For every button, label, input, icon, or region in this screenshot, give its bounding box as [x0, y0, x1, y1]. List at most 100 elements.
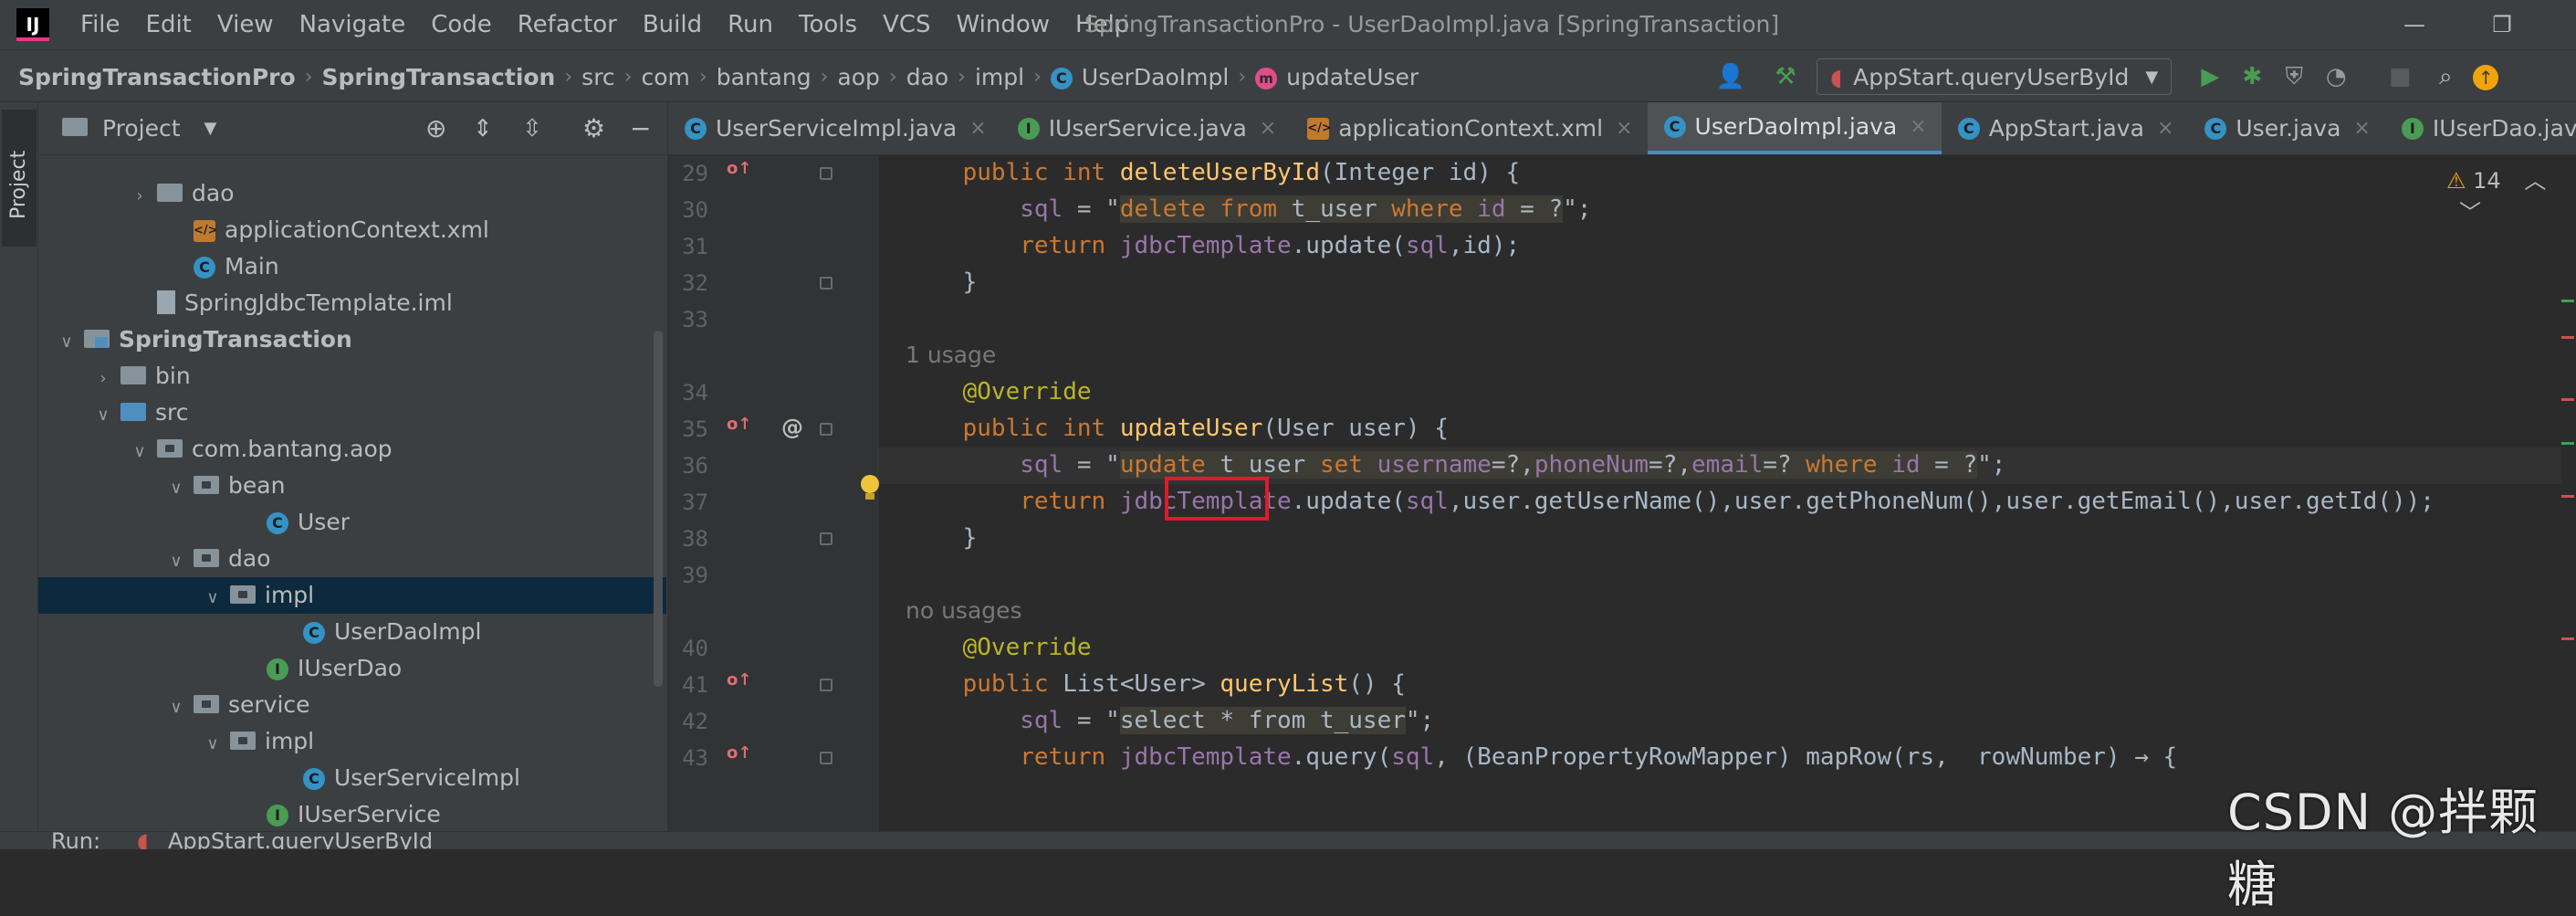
fold-icon[interactable] — [820, 423, 832, 436]
update-icon[interactable]: ↑ — [2467, 58, 2504, 95]
editor-tab[interactable]: IIUserDao.java× — [2385, 102, 2576, 154]
chevron-down-icon[interactable]: ▼ — [204, 119, 217, 138]
project-scrollbar[interactable] — [654, 331, 663, 687]
annotation-icon[interactable]: @ — [781, 415, 803, 440]
coverage-icon[interactable]: ⛨ — [2276, 58, 2312, 95]
locate-icon[interactable]: ⊕ — [425, 113, 446, 143]
tree-item[interactable]: ∨ impl — [38, 577, 666, 614]
close-icon[interactable]: × — [969, 117, 986, 140]
tree-item[interactable]: ∨ dao — [38, 541, 666, 577]
collapse-all-icon[interactable]: ⇳ — [522, 115, 542, 142]
breadcrumb-class[interactable]: C UserDaoImpl — [1050, 64, 1229, 90]
tree-item[interactable]: ∨ com.bantang.aop — [38, 431, 666, 468]
breadcrumb-project[interactable]: SpringTransactionPro — [18, 64, 296, 90]
chevron-down-icon[interactable]: ∨ — [203, 580, 223, 616]
usage-hint[interactable]: no usages — [906, 597, 1022, 624]
run-tab-label[interactable]: AppStart.queryUserById — [168, 832, 433, 849]
chevron-down-icon[interactable]: ∨ — [130, 434, 150, 470]
fold-icon[interactable] — [820, 167, 832, 180]
breadcrumb-src[interactable]: src — [581, 64, 615, 90]
close-icon[interactable]: × — [1616, 117, 1632, 140]
chevron-up-icon[interactable]: ︿ — [2524, 168, 2546, 194]
menu-navigate[interactable]: Navigate — [299, 11, 406, 38]
chevron-down-icon[interactable]: ∨ — [203, 726, 223, 763]
chevron-down-icon[interactable]: ∨ — [93, 397, 113, 434]
editor-tab[interactable]: C UserServiceImpl.java × — [668, 102, 1001, 154]
editor-tab[interactable]: C AppStart.java × — [1942, 102, 2189, 154]
tree-item[interactable]: ∨ service — [38, 687, 666, 723]
tree-item[interactable]: ∨ impl — [38, 723, 666, 760]
breadcrumb-dao[interactable]: dao — [906, 64, 948, 90]
menu-code[interactable]: Code — [431, 11, 492, 38]
tree-item[interactable]: C UserServiceImpl — [38, 760, 666, 796]
menu-window[interactable]: Window — [957, 11, 1051, 38]
user-icon[interactable]: 👤 — [1712, 58, 1749, 95]
fold-icon[interactable] — [820, 532, 832, 545]
menu-vcs[interactable]: VCS — [883, 11, 930, 38]
breadcrumb-module[interactable]: SpringTransaction — [322, 64, 556, 90]
close-icon[interactable]: × — [2157, 117, 2173, 140]
menu-edit[interactable]: Edit — [146, 11, 192, 38]
editor-tab[interactable]: </> applicationContext.xml × — [1291, 102, 1647, 154]
breadcrumb-impl[interactable]: impl — [975, 64, 1024, 90]
tree-item[interactable]: C User — [38, 504, 666, 541]
tree-item[interactable]: I IUserService — [38, 796, 666, 831]
chevron-down-icon[interactable]: ∨ — [166, 470, 186, 507]
usage-hint[interactable]: 1 usage — [906, 342, 996, 368]
fold-icon[interactable] — [820, 277, 832, 290]
chevron-right-icon[interactable]: › — [130, 178, 150, 215]
tree-item[interactable]: I IUserDao — [38, 650, 666, 687]
run-icon[interactable]: ▶ — [2192, 58, 2228, 95]
close-icon[interactable]: × — [2353, 117, 2370, 140]
breadcrumb-method[interactable]: m updateUser — [1255, 64, 1419, 90]
project-view-title[interactable]: Project — [102, 115, 181, 142]
override-icon[interactable]: o↑ — [727, 743, 751, 763]
close-icon[interactable]: × — [1910, 115, 1926, 138]
tree-item[interactable]: › bin — [38, 358, 666, 395]
editor-tab[interactable]: C UserDaoImpl.java × — [1647, 102, 1942, 154]
menu-build[interactable]: Build — [643, 11, 702, 38]
menu-file[interactable]: File — [80, 11, 120, 38]
fold-icon[interactable] — [820, 679, 832, 691]
menu-tools[interactable]: Tools — [799, 11, 857, 38]
override-icon[interactable]: o↑ — [727, 670, 751, 690]
hide-panel-icon[interactable]: − — [630, 113, 651, 143]
tree-item[interactable]: C Main — [38, 248, 666, 285]
expand-all-icon[interactable]: ⇕ — [473, 115, 493, 142]
code-editor[interactable]: public int deleteUserById(Integer id) { … — [878, 155, 2576, 831]
gear-icon[interactable]: ⚙ — [582, 113, 605, 143]
chevron-right-icon[interactable]: › — [93, 361, 113, 397]
chevron-down-icon[interactable]: ∨ — [166, 543, 186, 580]
editor-tab[interactable]: I IUserService.java × — [1001, 102, 1292, 154]
tree-item[interactable]: </> applicationContext.xml — [38, 212, 666, 248]
menu-run[interactable]: Run — [728, 11, 773, 38]
hammer-icon[interactable]: ⚒ — [1767, 58, 1804, 95]
tree-item[interactable]: ∨ bean — [38, 468, 666, 504]
close-icon[interactable]: × — [1260, 117, 1276, 140]
fold-icon[interactable] — [820, 752, 832, 764]
override-icon[interactable]: o↑ — [727, 159, 751, 178]
tree-item[interactable]: C UserDaoImpl — [38, 614, 666, 650]
search-icon[interactable]: ⌕ — [2427, 58, 2464, 95]
tree-item[interactable]: ∨ SpringTransaction — [38, 321, 666, 358]
chevron-down-icon[interactable]: ﹀ — [2459, 200, 2481, 226]
lightbulb-icon[interactable] — [858, 473, 882, 502]
profile-icon[interactable]: ◔ — [2318, 58, 2354, 95]
project-tool-tab[interactable]: Project — [2, 110, 37, 247]
chevron-down-icon[interactable]: ∨ — [57, 324, 77, 361]
menu-refactor[interactable]: Refactor — [518, 11, 617, 38]
breadcrumb-com[interactable]: com — [641, 64, 689, 90]
menu-view[interactable]: View — [217, 11, 274, 38]
minimize-button[interactable]: — — [2390, 0, 2439, 49]
breadcrumb-aop[interactable]: aop — [837, 64, 879, 90]
breadcrumb-bantang[interactable]: bantang — [717, 64, 812, 90]
restore-button[interactable]: ❐ — [2477, 0, 2527, 49]
tree-item[interactable]: ∨ src — [38, 395, 666, 431]
chevron-down-icon[interactable]: ∨ — [166, 690, 186, 726]
override-icon[interactable]: o↑ — [727, 415, 751, 434]
run-configuration-select[interactable]: ◖ AppStart.queryUserById ▼ — [1817, 58, 2173, 95]
editor-tab[interactable]: C User.java × — [2188, 102, 2384, 154]
tree-item[interactable]: › dao — [38, 175, 666, 212]
inspection-widget[interactable]: ⚠ 14 ︿ ﹀ — [2446, 163, 2576, 226]
tree-item[interactable]: SpringJdbcTemplate.iml — [38, 285, 666, 321]
